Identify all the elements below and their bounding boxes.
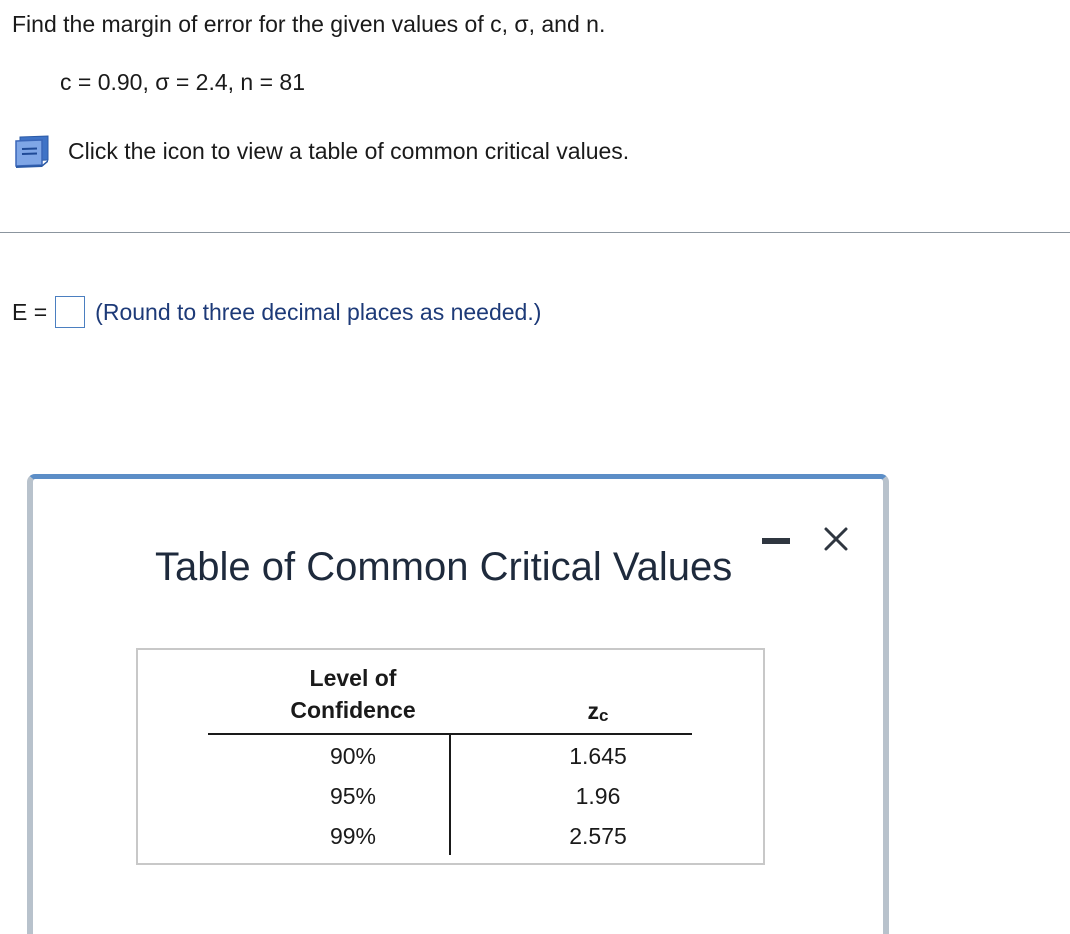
rounding-note: (Round to three decimal places as needed… xyxy=(95,299,542,325)
given-values: c = 0.90, σ = 2.4, n = 81 xyxy=(60,69,306,95)
critical-value-header-sub: c xyxy=(599,706,609,725)
critical-value-header: zc xyxy=(448,695,748,732)
answer-row: E = (Round to three decimal places as ne… xyxy=(12,293,541,331)
hint-text: Click the icon to view a table of common… xyxy=(68,138,630,164)
question-prompt: Find the margin of error for the given v… xyxy=(12,11,606,37)
minimize-button[interactable] xyxy=(756,521,796,549)
close-icon xyxy=(824,527,848,551)
margin-of-error-input[interactable] xyxy=(55,296,86,328)
critical-value-header-main: z xyxy=(587,698,600,724)
critical-value-cell: 1.96 xyxy=(575,783,621,809)
dialog-title: Table of Common Critical Values xyxy=(155,545,733,589)
book-icon[interactable] xyxy=(14,134,52,168)
minimize-icon xyxy=(762,538,790,544)
critical-values-table: Level of Confidence zc 90% 1.645 95% 1.9… xyxy=(136,648,765,865)
close-button[interactable] xyxy=(819,522,853,556)
section-divider xyxy=(0,232,1070,233)
critical-values-dialog: Table of Common Critical Values Level of… xyxy=(27,474,889,934)
answer-label: E = xyxy=(12,299,48,325)
critical-value-cell: 1.645 xyxy=(569,743,627,769)
critical-value-cell: 2.575 xyxy=(569,823,627,849)
hint-row: Click the icon to view a table of common… xyxy=(14,133,629,169)
